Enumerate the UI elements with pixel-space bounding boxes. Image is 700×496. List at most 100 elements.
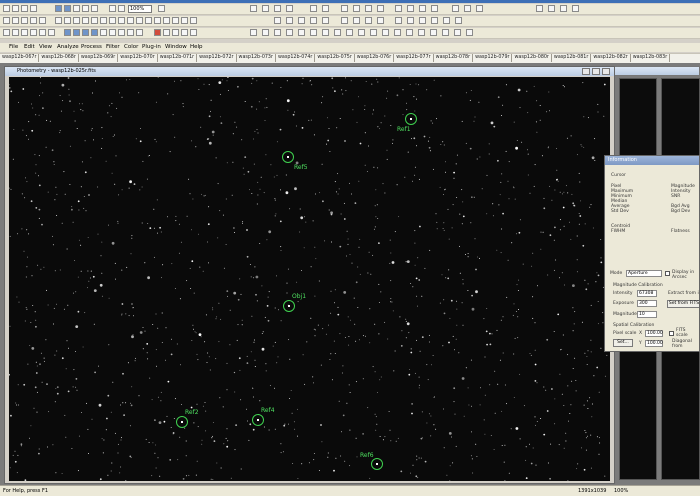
tool-icon[interactable] — [262, 29, 269, 36]
tool-icon[interactable] — [154, 29, 161, 36]
tool-icon[interactable] — [73, 17, 80, 24]
tool-icon[interactable] — [286, 29, 293, 36]
tool-icon[interactable] — [395, 17, 402, 24]
set-button[interactable]: Set... — [613, 339, 633, 347]
tool-icon[interactable] — [407, 17, 414, 24]
document-tab[interactable]: wasp12b-077r — [394, 54, 434, 62]
tool-icon[interactable] — [136, 29, 143, 36]
menu-filter[interactable]: Filter — [106, 44, 120, 51]
tool-icon[interactable] — [286, 17, 293, 24]
menu-edit[interactable]: Edit — [24, 44, 35, 51]
tool-icon[interactable] — [365, 5, 372, 12]
tool-icon[interactable] — [39, 17, 46, 24]
tool-icon[interactable] — [100, 17, 107, 24]
menu-help[interactable]: Help — [190, 44, 203, 51]
tool-icon[interactable] — [406, 29, 413, 36]
document-tab[interactable]: wasp12b-082r — [591, 54, 631, 62]
tool-icon[interactable] — [442, 29, 449, 36]
tool-icon[interactable] — [190, 29, 197, 36]
tool-icon[interactable] — [431, 17, 438, 24]
maximize-button[interactable] — [592, 68, 600, 75]
fits-scale-checkbox[interactable] — [669, 331, 674, 336]
tool-icon[interactable] — [172, 17, 179, 24]
document-tab[interactable]: wasp12b-075r — [315, 54, 355, 62]
tool-icon[interactable] — [55, 17, 62, 24]
tool-icon[interactable] — [82, 17, 89, 24]
document-tab[interactable]: wasp12b-079r — [473, 54, 513, 62]
tool-icon[interactable] — [64, 17, 71, 24]
wand-icon[interactable] — [82, 5, 89, 12]
close-button[interactable] — [602, 68, 610, 75]
aperture-marker[interactable] — [371, 458, 383, 470]
hand-icon[interactable] — [73, 5, 80, 12]
tool-icon[interactable] — [3, 29, 10, 36]
tool-icon[interactable] — [431, 5, 438, 12]
tool-icon[interactable] — [286, 5, 293, 12]
document-tab[interactable]: wasp12b-067r — [0, 54, 40, 62]
tool-icon[interactable] — [298, 17, 305, 24]
menu-process[interactable]: Process — [81, 44, 102, 51]
tool-icon[interactable] — [64, 29, 71, 36]
tool-icon[interactable] — [163, 17, 170, 24]
tool-icon[interactable] — [419, 17, 426, 24]
aperture-marker[interactable] — [405, 113, 417, 125]
tool-icon[interactable] — [419, 5, 426, 12]
tool-icon[interactable] — [127, 17, 134, 24]
menu-file[interactable]: File — [9, 44, 18, 51]
intensity-field[interactable]: 67308 — [637, 290, 657, 297]
zoom-in-icon[interactable] — [109, 5, 116, 12]
tool-icon[interactable] — [145, 17, 152, 24]
tool-icon[interactable] — [382, 29, 389, 36]
tool-icon[interactable] — [21, 29, 28, 36]
tool-icon[interactable] — [310, 17, 317, 24]
tool-icon[interactable] — [365, 17, 372, 24]
menu-color[interactable]: Color — [124, 44, 138, 51]
tool-icon[interactable] — [172, 29, 179, 36]
tool-icon[interactable] — [536, 5, 543, 12]
tool-icon[interactable] — [407, 5, 414, 12]
tool-icon[interactable] — [163, 29, 170, 36]
extract-from-image-link[interactable]: Extract from image — [668, 291, 699, 296]
tool-icon[interactable] — [91, 29, 98, 36]
tool-icon[interactable] — [100, 29, 107, 36]
help-icon[interactable] — [158, 5, 165, 12]
aperture-marker[interactable] — [252, 414, 264, 426]
tool-icon[interactable] — [341, 17, 348, 24]
tool-icon[interactable] — [274, 17, 281, 24]
tool-icon[interactable] — [377, 5, 384, 12]
display-arcsec-checkbox[interactable] — [665, 271, 670, 276]
tool-icon[interactable] — [118, 17, 125, 24]
tool-icon[interactable] — [136, 17, 143, 24]
crop-icon[interactable] — [91, 5, 98, 12]
tool-icon[interactable] — [82, 29, 89, 36]
document-tab[interactable]: wasp12b-071r — [158, 54, 198, 62]
aperture-marker[interactable] — [282, 151, 294, 163]
document-tab[interactable]: wasp12b-069r — [79, 54, 119, 62]
save-icon[interactable] — [21, 5, 28, 12]
tool-icon[interactable] — [560, 5, 567, 12]
document-tab[interactable]: wasp12b-073r — [237, 54, 276, 62]
tool-icon[interactable] — [250, 29, 257, 36]
tool-icon[interactable] — [310, 29, 317, 36]
y-scale-field[interactable]: 100.00 — [645, 340, 663, 347]
zoom-select[interactable]: 100% — [128, 5, 152, 13]
document-tab[interactable]: wasp12b-074r — [276, 54, 316, 62]
tool-icon[interactable] — [334, 29, 341, 36]
tool-icon[interactable] — [394, 29, 401, 36]
aperture-marker[interactable] — [176, 416, 188, 428]
tool-icon[interactable] — [430, 29, 437, 36]
tool-icon[interactable] — [262, 5, 269, 12]
tool-icon[interactable] — [443, 17, 450, 24]
tool-icon[interactable] — [353, 5, 360, 12]
grid-view-icon[interactable] — [55, 5, 62, 12]
star-field-image[interactable]: Ref1 Ref5 Obj1 Ref2 Ref4 Ref6 — [9, 77, 610, 481]
document-tab[interactable]: wasp12b-083r — [631, 54, 671, 62]
menu-view[interactable]: View — [39, 44, 52, 51]
document-tab[interactable]: wasp12b-080r — [512, 54, 552, 62]
tool-icon[interactable] — [274, 5, 281, 12]
tool-icon[interactable] — [455, 17, 462, 24]
tool-icon[interactable] — [12, 29, 19, 36]
tool-icon[interactable] — [12, 17, 19, 24]
tool-icon[interactable] — [250, 5, 257, 12]
tool-icon[interactable] — [322, 5, 329, 12]
